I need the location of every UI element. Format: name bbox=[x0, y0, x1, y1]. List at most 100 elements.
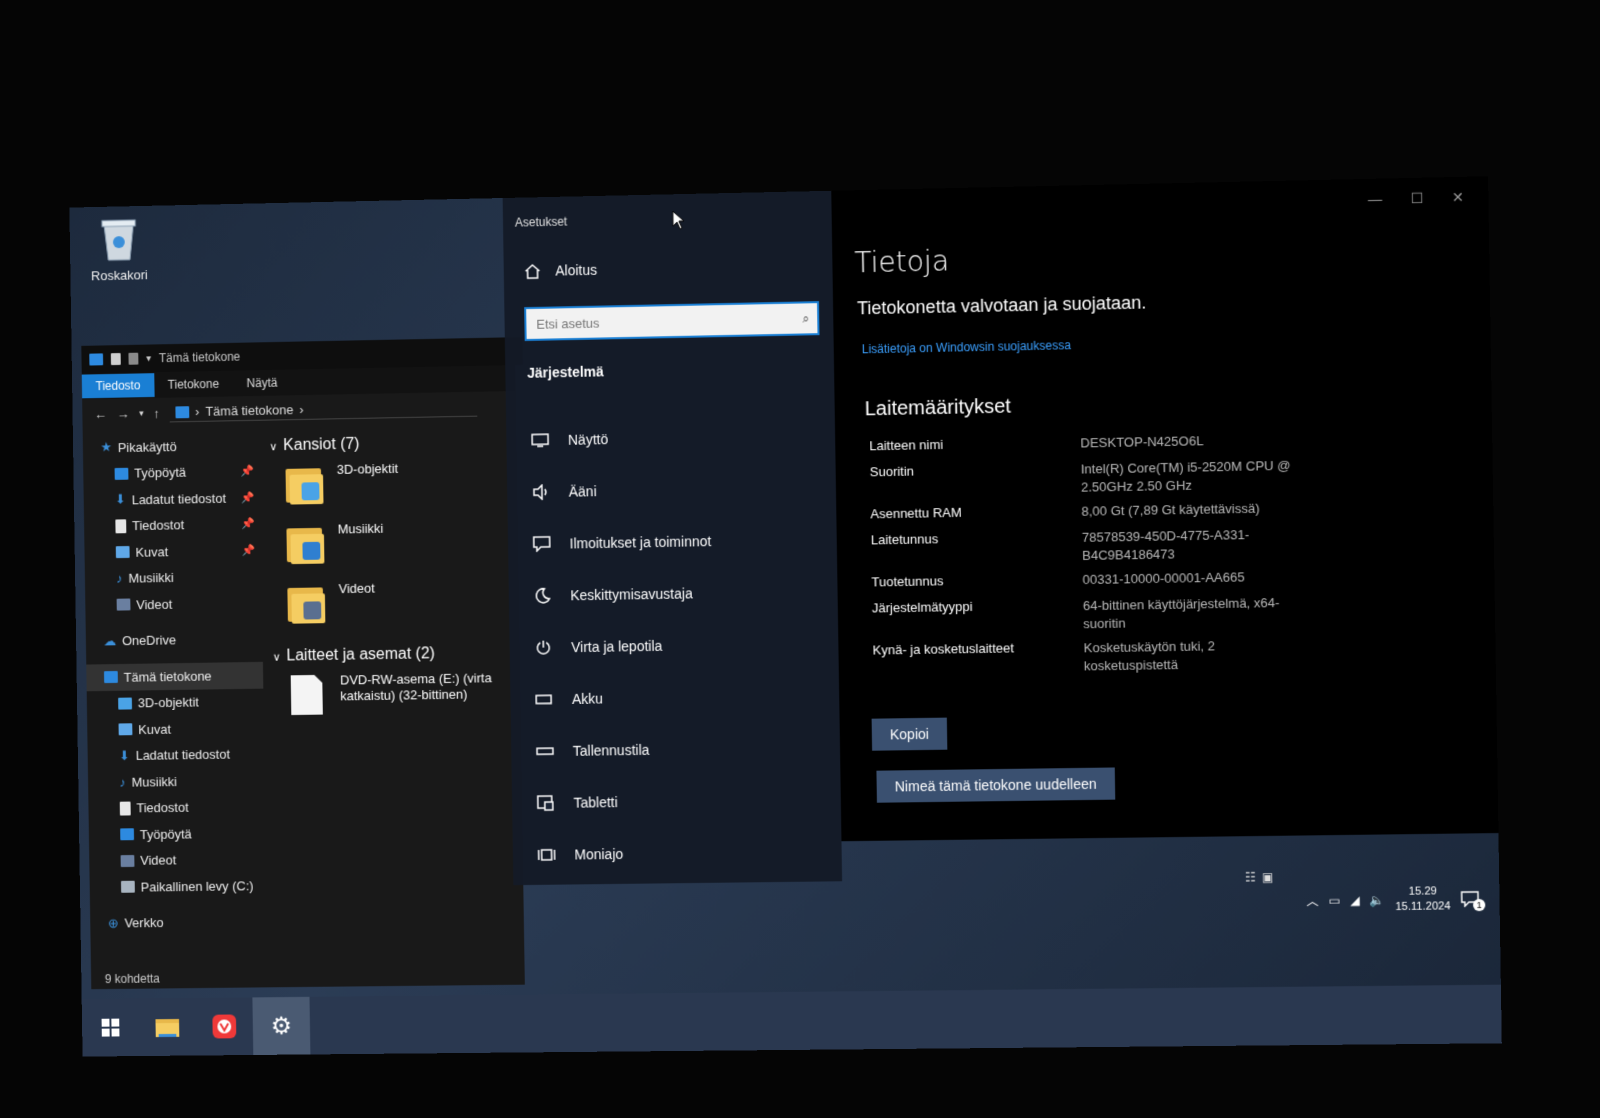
folders-group-header[interactable]: ∨ Kansiot (7) bbox=[269, 433, 516, 455]
devices-group-header[interactable]: ∨ Laitteet ja asemat (2) bbox=[273, 644, 520, 666]
settings-item-storage[interactable]: Tallennustila bbox=[535, 721, 835, 777]
taskbar: ⚙ bbox=[81, 984, 1502, 1057]
address-path[interactable]: › Tämä tietokone › bbox=[169, 396, 478, 423]
document-icon bbox=[115, 519, 127, 534]
mouse-cursor-icon bbox=[672, 210, 686, 230]
nav-item-music-pc[interactable]: ♪ Musiikki bbox=[88, 767, 265, 796]
recent-locations-icon[interactable]: ▾ bbox=[139, 408, 144, 419]
nav-label: Tiedostot bbox=[132, 517, 185, 534]
folder-icon bbox=[285, 462, 325, 506]
wifi-icon[interactable]: ◢ bbox=[1350, 893, 1360, 907]
close-icon[interactable]: ✕ bbox=[1452, 189, 1464, 206]
chevron-down-icon: ∨ bbox=[269, 440, 278, 453]
pin-icon: 📌 bbox=[240, 465, 255, 478]
settings-search-input[interactable] bbox=[534, 310, 778, 333]
taskbar-clock[interactable]: 15.29 15.11.2024 bbox=[1395, 884, 1451, 915]
battery-icon bbox=[534, 689, 554, 709]
nav-item-music[interactable]: ♪ Musiikki bbox=[85, 563, 262, 592]
spec-value: 8,00 Gt (7,89 Gt käytettävissä) bbox=[1081, 500, 1260, 519]
taskbar-vivaldi[interactable] bbox=[195, 997, 253, 1055]
settings-section-title: Järjestelmä bbox=[527, 363, 604, 381]
volume-icon[interactable]: 🔈 bbox=[1370, 893, 1385, 907]
spec-key: Kynä- ja kosketuslaitteet bbox=[872, 640, 1015, 658]
details-view-icon[interactable]: ☷ bbox=[1245, 870, 1256, 884]
ribbon-tab-file[interactable]: Tiedosto bbox=[81, 373, 155, 399]
nav-label: Videot bbox=[140, 852, 177, 869]
new-folder-icon[interactable] bbox=[128, 352, 139, 365]
properties-icon[interactable] bbox=[110, 353, 121, 366]
nav-this-pc[interactable]: Tämä tietokone bbox=[86, 661, 264, 691]
settings-item-tablet[interactable]: Tabletti bbox=[535, 773, 835, 829]
speaker-icon bbox=[531, 482, 551, 502]
settings-item-battery[interactable]: Akku bbox=[534, 669, 834, 725]
nav-item-pictures-pc[interactable]: Kuvat bbox=[87, 714, 264, 743]
explorer-view-toggles: ☷ ▣ bbox=[1245, 870, 1274, 884]
folder-3d-objects[interactable]: 3D-objektit bbox=[266, 459, 518, 523]
settings-item-multitasking[interactable]: Moniajo bbox=[536, 825, 836, 881]
nav-label: Videot bbox=[136, 596, 173, 613]
nav-item-documents[interactable]: Tiedostot 📌 bbox=[84, 511, 261, 540]
desktop-icon-recycle-bin[interactable]: Roskakori bbox=[79, 216, 158, 284]
settings-item-display[interactable]: Näyttö bbox=[530, 409, 830, 466]
settings-search-box[interactable]: ⌕ bbox=[524, 301, 820, 342]
maximize-icon[interactable]: ☐ bbox=[1410, 190, 1423, 207]
recycle-bin-label: Roskakori bbox=[90, 267, 148, 284]
menu-label: Näyttö bbox=[567, 431, 609, 448]
nav-item-downloads[interactable]: ⬇ Ladatut tiedostot 📌 bbox=[84, 484, 261, 513]
nav-network[interactable]: ⊕ Verkko bbox=[90, 908, 267, 936]
taskbar-file-explorer[interactable] bbox=[138, 998, 196, 1056]
minimize-icon[interactable]: — bbox=[1368, 191, 1383, 208]
pictures-icon bbox=[118, 723, 133, 736]
action-center-icon[interactable]: 1 bbox=[1461, 891, 1486, 912]
settings-item-focus-assist[interactable]: Keskittymisavustaja bbox=[532, 565, 832, 622]
large-icons-view-icon[interactable]: ▣ bbox=[1262, 870, 1274, 884]
folder-icon bbox=[154, 1016, 180, 1038]
nav-item-3d-objects[interactable]: 3D-objektit bbox=[87, 688, 264, 717]
document-icon bbox=[119, 801, 131, 816]
settings-item-power-sleep[interactable]: Virta ja lepotila bbox=[533, 617, 833, 674]
forward-arrow-icon[interactable]: → bbox=[117, 406, 130, 421]
quick-access-dropdown-icon[interactable]: ▾ bbox=[146, 353, 151, 364]
music-icon: ♪ bbox=[116, 571, 123, 587]
nav-item-local-disk[interactable]: Paikallinen levy (C:) bbox=[90, 872, 267, 900]
download-icon: ⬇ bbox=[118, 747, 130, 763]
show-hidden-icons-icon[interactable]: ︿ bbox=[1306, 892, 1318, 909]
desktop-icon bbox=[120, 828, 135, 841]
settings-home-link[interactable]: Aloitus bbox=[523, 262, 597, 279]
folder-icon bbox=[286, 522, 326, 566]
nav-quick-access[interactable]: ★ Pikakäyttö bbox=[83, 432, 260, 462]
folder-videos[interactable]: Videot bbox=[268, 578, 520, 642]
nav-item-desktop-pc[interactable]: Työpöytä bbox=[89, 820, 266, 849]
nav-item-videos[interactable]: Videot bbox=[85, 589, 262, 618]
spec-key: Tuotetunnus bbox=[871, 573, 944, 590]
nav-item-desktop[interactable]: Työpöytä 📌 bbox=[83, 458, 260, 487]
rename-pc-button[interactable]: Nimeä tämä tietokone uudelleen bbox=[876, 767, 1116, 803]
device-dvd-drive[interactable]: DVD-RW-asema (E:) (virta katkaistu) (32-… bbox=[269, 670, 521, 733]
nav-item-pictures[interactable]: Kuvat 📌 bbox=[84, 537, 261, 566]
start-button[interactable] bbox=[82, 999, 140, 1057]
taskbar-settings[interactable]: ⚙ bbox=[252, 996, 311, 1055]
back-arrow-icon[interactable]: ← bbox=[94, 406, 107, 421]
battery-icon[interactable]: ▭ bbox=[1329, 894, 1341, 908]
folder-music[interactable]: Musiikki bbox=[267, 518, 519, 582]
ribbon-tab-view[interactable]: Näytä bbox=[233, 370, 292, 395]
spec-value: DESKTOP-N425O6L bbox=[1080, 433, 1204, 451]
settings-menu: Näyttö Ääni Ilmoitukset ja toiminnot Kes… bbox=[530, 409, 836, 881]
settings-item-notifications[interactable]: Ilmoitukset ja toiminnot bbox=[531, 513, 831, 570]
recycle-bin-icon bbox=[98, 216, 140, 262]
search-icon[interactable]: ⌕ bbox=[802, 311, 809, 326]
settings-item-sound[interactable]: Ääni bbox=[531, 461, 831, 518]
spec-key: Järjestelmätyyppi bbox=[871, 598, 973, 616]
nav-onedrive[interactable]: ☁ OneDrive bbox=[86, 626, 263, 655]
spec-value: 00331-10000-00001-AA665 bbox=[1082, 569, 1245, 588]
nav-item-downloads-pc[interactable]: ⬇ Ladatut tiedostot bbox=[87, 741, 264, 770]
windows-security-link[interactable]: Lisätietoja on Windowsin suojauksessa bbox=[862, 338, 1071, 356]
pin-icon: 📌 bbox=[241, 544, 256, 557]
explorer-status-bar: 9 kohdetta bbox=[91, 965, 539, 990]
folder-label: Musiikki bbox=[337, 520, 384, 537]
up-arrow-icon[interactable]: ↑ bbox=[153, 405, 160, 420]
nav-item-documents-pc[interactable]: Tiedostot bbox=[88, 793, 265, 822]
nav-item-videos-pc[interactable]: Videot bbox=[89, 846, 266, 874]
ribbon-tab-computer[interactable]: Tietokone bbox=[154, 372, 233, 397]
copy-button[interactable]: Kopioi bbox=[871, 717, 948, 751]
